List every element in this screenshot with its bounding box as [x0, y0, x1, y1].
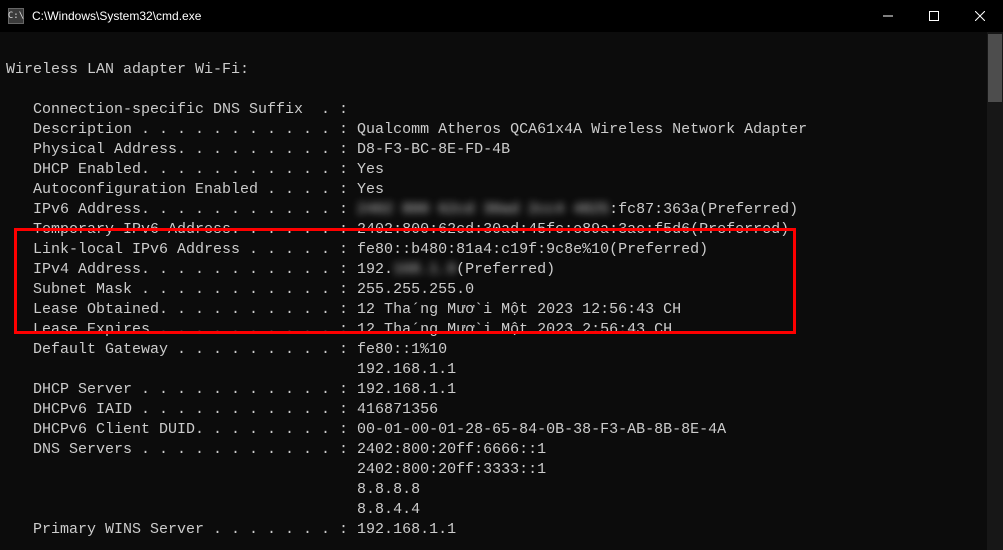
close-button[interactable]	[957, 0, 1003, 32]
window-controls	[865, 0, 1003, 32]
cmd-icon: C:\	[8, 8, 24, 24]
terminal-output: Wireless LAN adapter Wi-Fi: Connection-s…	[6, 40, 1003, 540]
minimize-button[interactable]	[865, 0, 911, 32]
terminal-client-area[interactable]: Wireless LAN adapter Wi-Fi: Connection-s…	[0, 32, 1003, 550]
scrollbar-thumb[interactable]	[988, 34, 1002, 102]
cmd-window: C:\ C:\Windows\System32\cmd.exe Wireless…	[0, 0, 1003, 550]
titlebar[interactable]: C:\ C:\Windows\System32\cmd.exe	[0, 0, 1003, 32]
scrollbar-track[interactable]	[987, 32, 1003, 550]
maximize-button[interactable]	[911, 0, 957, 32]
window-title: C:\Windows\System32\cmd.exe	[32, 9, 201, 23]
